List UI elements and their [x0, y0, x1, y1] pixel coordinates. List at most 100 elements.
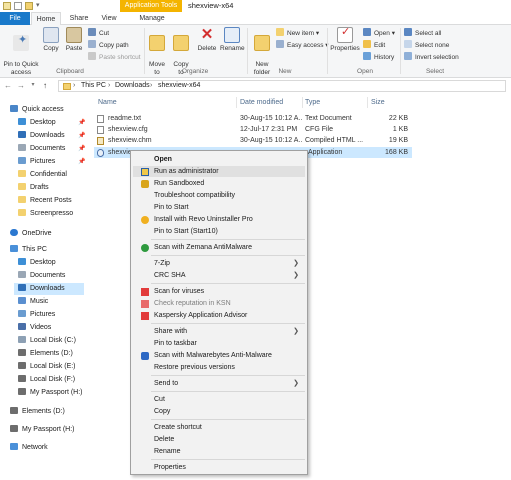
- pin-icon[interactable]: 📌: [78, 132, 85, 139]
- nav-qa-pictures[interactable]: Pictures: [18, 156, 55, 168]
- menu-item-delete[interactable]: Delete: [133, 434, 305, 445]
- copy-path-button[interactable]: Copy path: [88, 40, 129, 50]
- menu-item-scan-for-viruses[interactable]: Scan for viruses: [133, 286, 305, 297]
- nav-pc-videos[interactable]: Videos: [18, 322, 51, 334]
- forward-arrow-icon[interactable]: →: [16, 80, 26, 91]
- nav-pc-downloads[interactable]: Downloads: [14, 283, 84, 295]
- column-divider[interactable]: [367, 97, 368, 108]
- menu-item-pin-to-start10[interactable]: Pin to Start (Start10): [133, 226, 305, 237]
- nav-pc-documents[interactable]: Documents: [18, 270, 65, 282]
- history-button[interactable]: History: [363, 52, 394, 62]
- nav-qa-confidential[interactable]: Confidential: [18, 169, 67, 181]
- menu-item-pin-to-start[interactable]: Pin to Start: [133, 202, 305, 213]
- menu-item-restore-previous-versions[interactable]: Restore previous versions: [133, 362, 305, 373]
- menu-item-rename[interactable]: Rename: [133, 446, 305, 457]
- address-bar[interactable]: › This PC › Downloads › shexview-x64: [58, 80, 506, 92]
- menu-item-kaspersky-advisor[interactable]: Kaspersky Application Advisor: [133, 310, 305, 321]
- nav-qa-desktop[interactable]: Desktop: [18, 117, 56, 129]
- pin-icon[interactable]: 📌: [78, 119, 85, 126]
- file-row[interactable]: readme.txt 30-Aug-15 10:12 A... Text Doc…: [94, 113, 412, 124]
- properties-qa-icon[interactable]: [14, 2, 22, 10]
- nav-label: Documents: [30, 145, 66, 152]
- breadcrumb-shexview[interactable]: shexview-x64: [158, 81, 200, 91]
- menu-item-troubleshoot-compatibility[interactable]: Troubleshoot compatibility: [133, 190, 305, 201]
- nav-qa-screenpresso[interactable]: Screenpresso: [18, 208, 73, 220]
- new-item-button[interactable]: New item ▾: [276, 28, 319, 38]
- tab-share[interactable]: Share: [64, 12, 94, 25]
- new-folder-qa-icon[interactable]: [25, 2, 33, 10]
- pin-icon[interactable]: 📌: [78, 158, 85, 165]
- invert-selection-button[interactable]: Invert selection: [404, 52, 459, 62]
- video-icon: [18, 323, 26, 330]
- cut-button[interactable]: Cut: [88, 28, 109, 38]
- breadcrumb-this-pc[interactable]: This PC: [81, 81, 106, 91]
- nav-pc-local-disk-c[interactable]: Local Disk (C:): [18, 335, 76, 347]
- nav-pc-local-disk-f[interactable]: Local Disk (F:): [18, 374, 75, 386]
- nav-pc-pictures[interactable]: Pictures: [18, 309, 55, 321]
- menu-item-cut[interactable]: Cut: [133, 394, 305, 405]
- tab-manage[interactable]: Manage: [126, 12, 178, 25]
- nav-pc-desktop[interactable]: Desktop: [18, 257, 56, 269]
- tab-file[interactable]: File: [0, 12, 30, 25]
- column-header-name[interactable]: Name: [98, 97, 117, 108]
- pin-quick-access-button[interactable]: ✦ Pin to Quick access: [2, 27, 40, 77]
- menu-item-create-shortcut[interactable]: Create shortcut: [133, 422, 305, 433]
- nav-qa-downloads[interactable]: Downloads: [18, 130, 65, 142]
- nav-pc-my-passport-h[interactable]: My Passport (H:): [18, 387, 83, 399]
- menu-item-scan-malwarebytes[interactable]: Scan with Malwarebytes Anti-Malware: [133, 350, 305, 361]
- nav-qa-documents[interactable]: Documents: [18, 143, 65, 155]
- nav-pc-elements-d[interactable]: Elements (D:): [18, 348, 73, 360]
- pin-icon[interactable]: 📌: [78, 145, 85, 152]
- breadcrumb-downloads[interactable]: Downloads: [115, 81, 150, 91]
- menu-item-run-sandboxed[interactable]: Run Sandboxed: [133, 178, 305, 189]
- menu-item-share-with[interactable]: Share with ❯: [133, 326, 305, 337]
- menu-item-properties[interactable]: Properties: [133, 462, 305, 473]
- open-button[interactable]: Open ▾: [363, 28, 395, 38]
- file-row[interactable]: shexview.cfg 12-Jul-17 2:31 PM CFG File …: [94, 124, 412, 135]
- menu-item-pin-to-taskbar[interactable]: Pin to taskbar: [133, 338, 305, 349]
- menu-item-copy[interactable]: Copy: [133, 406, 305, 417]
- paste-label: Paste: [65, 45, 83, 52]
- column-header-size[interactable]: Size: [371, 97, 385, 108]
- nav-network[interactable]: Network: [10, 442, 48, 454]
- menu-item-open[interactable]: Open: [133, 154, 305, 165]
- nav-quick-access[interactable]: Quick access: [10, 104, 64, 116]
- select-none-button[interactable]: Select none: [404, 40, 449, 50]
- menu-item-run-as-administrator[interactable]: Run as administrator: [133, 166, 305, 177]
- nav-my-passport-h[interactable]: My Passport (H:): [10, 424, 75, 436]
- file-row[interactable]: shexview.chm 30-Aug-15 10:12 A... Compil…: [94, 135, 412, 146]
- menu-item-send-to[interactable]: Send to ❯: [133, 378, 305, 389]
- properties-button[interactable]: ✓ Properties: [330, 27, 360, 53]
- column-divider[interactable]: [302, 97, 303, 108]
- menu-item-check-reputation[interactable]: Check reputation in KSN: [133, 298, 305, 309]
- recent-locations-chevron-icon[interactable]: ▾: [28, 80, 38, 91]
- nav-qa-recent-posts[interactable]: Recent Posts: [18, 195, 72, 207]
- nav-pc-music[interactable]: Music: [18, 296, 48, 308]
- edit-button[interactable]: Edit: [363, 40, 385, 50]
- select-all-button[interactable]: Select all: [404, 28, 441, 38]
- nav-pc-local-disk-e[interactable]: Local Disk (E:): [18, 361, 76, 373]
- tab-home[interactable]: Home: [31, 12, 61, 26]
- back-arrow-icon[interactable]: ←: [3, 80, 13, 91]
- column-header-date-modified[interactable]: Date modified: [240, 97, 283, 108]
- easy-access-button[interactable]: Easy access ▾: [276, 40, 329, 50]
- menu-item-crc-sha[interactable]: CRC SHA ❯: [133, 270, 305, 281]
- nav-qa-drafts[interactable]: Drafts: [18, 182, 49, 194]
- up-arrow-icon[interactable]: ↑: [40, 80, 50, 91]
- tab-view[interactable]: View: [96, 12, 122, 25]
- menu-item-7zip[interactable]: 7-Zip ❯: [133, 258, 305, 269]
- paste-shortcut-button[interactable]: Paste shortcut: [88, 52, 141, 62]
- move-to-button[interactable]: Move to: [147, 27, 167, 77]
- rename-button[interactable]: Rename: [220, 27, 245, 53]
- column-divider[interactable]: [236, 97, 237, 108]
- nav-onedrive[interactable]: OneDrive: [10, 228, 52, 240]
- menu-item-install-with-revo[interactable]: Install with Revo Uninstaller Pro: [133, 214, 305, 225]
- menu-item-scan-zemana[interactable]: Scan with Zemana AntiMalware: [133, 242, 305, 253]
- nav-this-pc[interactable]: This PC: [10, 244, 47, 256]
- copy-button[interactable]: Copy: [42, 27, 60, 53]
- nav-elements-d[interactable]: Elements (D:): [10, 406, 65, 418]
- delete-button[interactable]: ✕ Delete: [196, 27, 218, 53]
- paste-button[interactable]: Paste: [64, 27, 84, 53]
- column-header-type[interactable]: Type: [305, 97, 320, 108]
- chevron-down-icon[interactable]: ▾: [36, 1, 40, 9]
